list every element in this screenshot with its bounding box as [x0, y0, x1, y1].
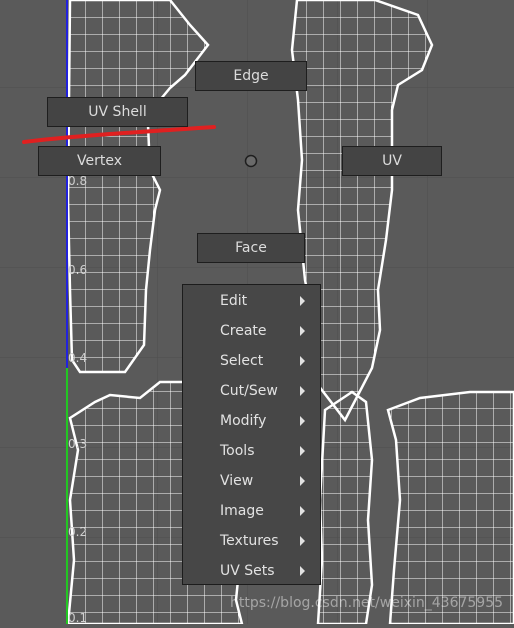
- uv-shell-lower-center[interactable]: [316, 390, 374, 626]
- menu-item-label: View: [220, 473, 254, 489]
- face-button[interactable]: Face: [197, 233, 305, 263]
- menu-item-label: Textures: [220, 533, 279, 549]
- menu-item-image[interactable]: Image: [183, 496, 320, 526]
- axis-label: 0.6: [68, 263, 88, 277]
- submenu-arrow-icon: [300, 326, 305, 336]
- uv-button[interactable]: UV: [342, 146, 442, 176]
- axis-label: 0.3: [68, 437, 88, 451]
- menu-item-label: Cut/Sew: [220, 383, 278, 399]
- menu-item-create[interactable]: Create: [183, 316, 320, 346]
- submenu-arrow-icon: [300, 416, 305, 426]
- submenu-arrow-icon: [300, 356, 305, 366]
- menu-item-modify[interactable]: Modify: [183, 406, 320, 436]
- menu-item-label: UV Sets: [220, 563, 275, 579]
- menu-item-cut-sew[interactable]: Cut/Sew: [183, 376, 320, 406]
- menu-item-label: Edit: [220, 293, 248, 309]
- axis-label: 0.4: [68, 351, 88, 365]
- axis-label: 0.2: [68, 525, 88, 539]
- edge-button[interactable]: Edge: [195, 61, 307, 91]
- menu-item-select[interactable]: Select: [183, 346, 320, 376]
- menu-item-label: Tools: [220, 443, 255, 459]
- submenu-arrow-icon: [300, 566, 305, 576]
- submenu-arrow-icon: [300, 296, 305, 306]
- submenu-arrow-icon: [300, 386, 305, 396]
- uv-shell-button[interactable]: UV Shell: [47, 97, 188, 127]
- menu-item-tools[interactable]: Tools: [183, 436, 320, 466]
- axis-label: 0.1: [68, 611, 88, 625]
- menu-item-textures[interactable]: Textures: [183, 526, 320, 556]
- submenu-arrow-icon: [300, 506, 305, 516]
- submenu-arrow-icon: [300, 536, 305, 546]
- axis-label: 0.8: [68, 174, 88, 188]
- submenu-arrow-icon: [300, 446, 305, 456]
- context-menu: Edit Create Select Cut/Sew Modify Tools …: [182, 284, 321, 585]
- menu-item-label: Modify: [220, 413, 267, 429]
- watermark: https://blog.csdn.net/weixin_43675955: [230, 595, 504, 611]
- menu-item-view[interactable]: View: [183, 466, 320, 496]
- menu-item-label: Image: [220, 503, 264, 519]
- menu-item-edit[interactable]: Edit: [183, 286, 320, 316]
- uv-shell-lower-right[interactable]: [386, 390, 514, 626]
- marking-menu-center: [244, 154, 258, 168]
- menu-item-label: Select: [220, 353, 264, 369]
- submenu-arrow-icon: [300, 476, 305, 486]
- menu-item-uv-sets[interactable]: UV Sets: [183, 556, 320, 586]
- vertex-button[interactable]: Vertex: [38, 146, 161, 176]
- menu-item-label: Create: [220, 323, 267, 339]
